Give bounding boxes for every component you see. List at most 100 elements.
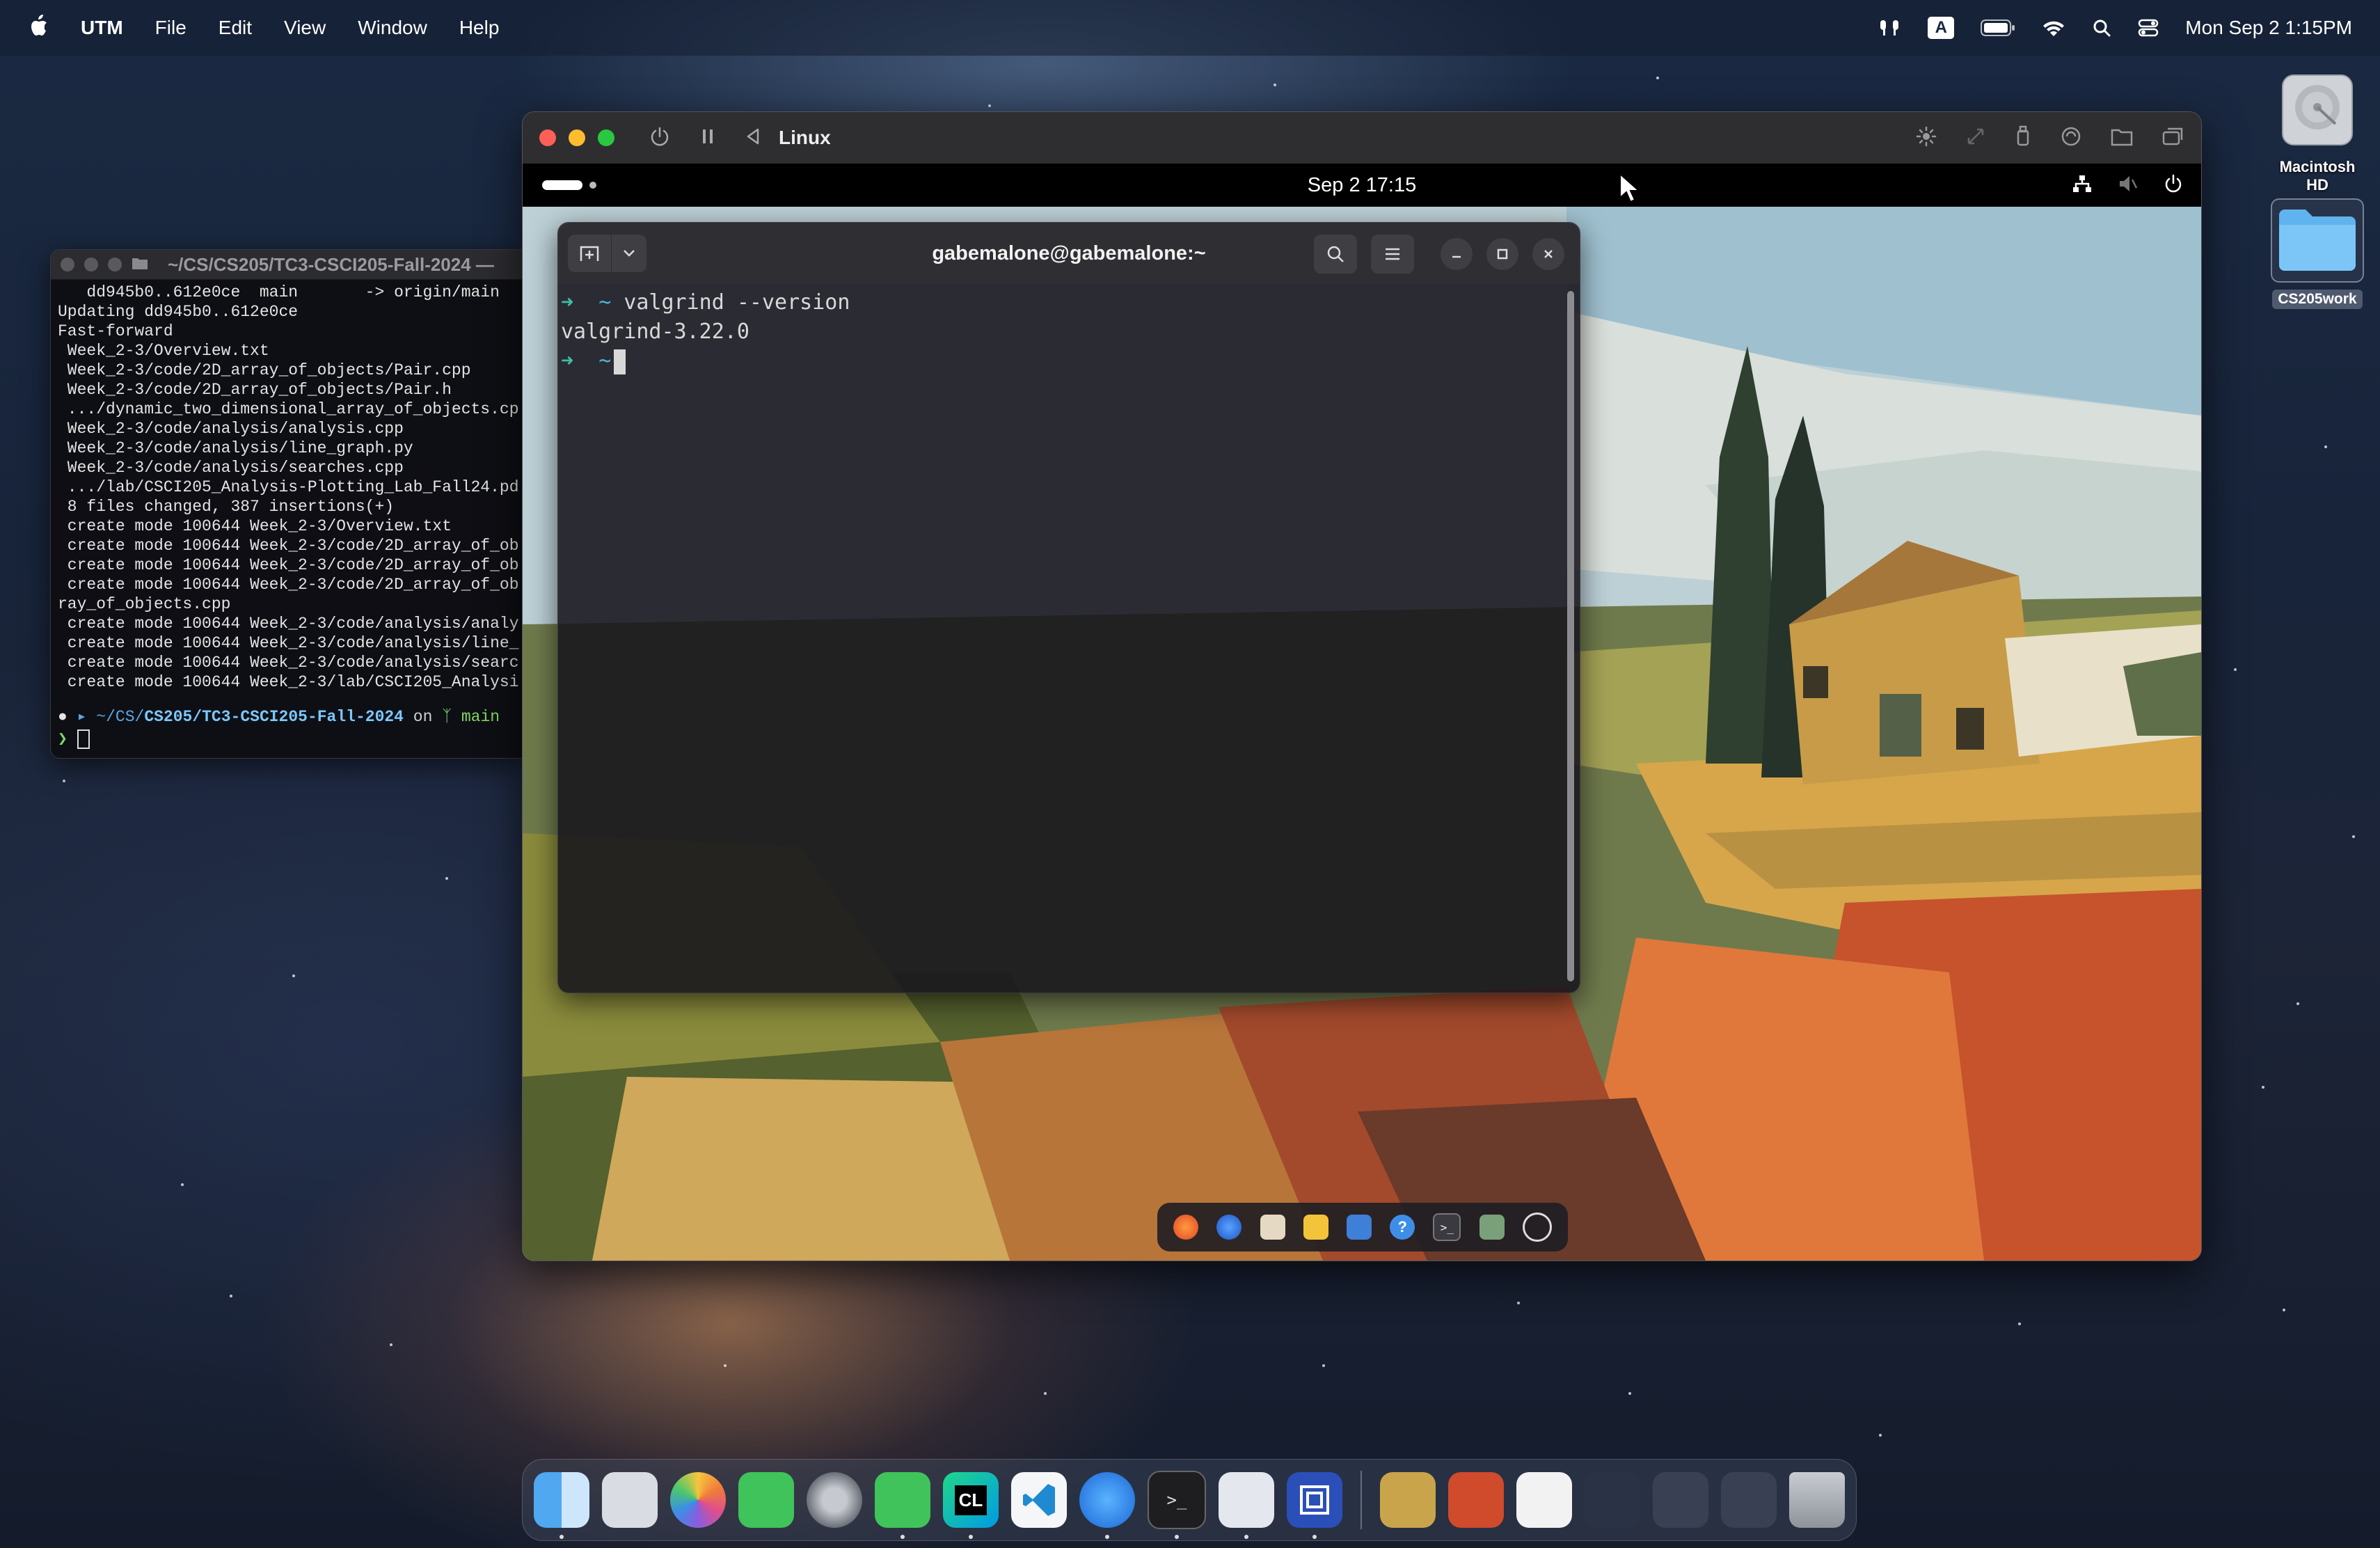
vm-name: Linux [779,127,831,148]
terminal-close-button[interactable] [1532,238,1564,270]
vscode-icon[interactable] [1011,1472,1067,1528]
cs205work-folder[interactable]: CS205work [2270,198,2365,309]
menu-file[interactable]: File [155,17,187,39]
close-button[interactable] [61,258,74,271]
apple-menu-icon[interactable] [28,14,49,42]
pdf-doc-icon[interactable] [1448,1472,1504,1528]
utm-titlebar[interactable]: Linux [523,112,2201,164]
folder-label: CS205work [2272,290,2363,309]
terminal-maximize-button[interactable] [1486,238,1518,270]
window-stack-icon[interactable] [1721,1472,1777,1528]
terminal-output-line: .../dynamic_two_dimensional_array_of_obj… [58,400,519,418]
thunderbird-icon[interactable] [1216,1215,1242,1240]
facetime-icon[interactable] [738,1472,794,1528]
tab-dropdown-button[interactable] [611,235,646,272]
network-icon[interactable] [2072,174,2093,197]
hamburger-menu-icon [1386,248,1399,260]
show-apps-icon[interactable] [1522,1213,1552,1242]
preview-icon[interactable] [1219,1472,1274,1539]
menu-help[interactable]: Help [459,17,500,39]
text-cursor [614,349,626,374]
downloads-stack-icon[interactable] [1653,1472,1708,1528]
gnome-clock[interactable]: Sep 2 17:15 [523,174,2201,197]
control-center-icon[interactable] [2138,18,2159,38]
macintosh-hd-drive[interactable]: Macintosh HD [2272,70,2363,194]
terminal-output-line: 8 files changed, 387 insertions(+) [58,498,395,516]
terminal-dock-icon[interactable]: >_ [1148,1471,1206,1539]
menu-window[interactable]: Window [358,17,427,39]
folder-small-icon [132,256,148,274]
power-icon[interactable] [649,126,670,150]
writer-icon[interactable] [1346,1215,1372,1240]
files-icon[interactable] [1260,1215,1285,1240]
menu-edit[interactable]: Edit [219,17,252,39]
new-tab-button[interactable] [568,235,611,272]
gnome-terminal-headerbar[interactable]: gabemalone@gabemalone:~ [558,223,1580,284]
document-thumbnail-icon[interactable] [1516,1472,1572,1528]
photos-icon[interactable] [670,1472,726,1528]
messages-icon[interactable] [875,1472,930,1539]
terminal-menu-button[interactable] [1371,235,1414,274]
app-menu-utm[interactable]: UTM [81,17,123,39]
utm-app-icon[interactable] [1287,1472,1342,1539]
utm-close-button[interactable] [539,129,556,146]
calculator-doc-icon[interactable] [1380,1472,1436,1528]
terminal-app-icon[interactable]: >_ [1433,1213,1461,1241]
menubar-clock[interactable]: Mon Sep 2 1:15PM [2185,17,2352,39]
gnome-terminal-window[interactable]: gabemalone@gabemalone:~ ➜ ~ valgrind --v… [557,222,1580,993]
trash-icon[interactable] [1479,1215,1505,1240]
workspace-dot[interactable] [589,182,596,189]
terminal-scrollbar[interactable] [1567,291,1574,981]
terminal-output-line: create mode 100644 Week_2-3/Overview.txt [58,517,452,535]
zoom-button[interactable] [108,258,122,271]
minimize-button[interactable] [84,258,98,271]
prompt-path: CS205/TC3-CSCI205-Fall-2024 [144,708,404,726]
pause-icon[interactable] [701,127,715,149]
mac-terminal-window[interactable]: ~/CS/CS205/TC3-CSCI205-Fall-2024 — dd945… [50,249,525,759]
system-settings-icon[interactable] [807,1472,862,1528]
windows-icon[interactable] [2162,127,2184,150]
hard-drive-icon [2282,74,2353,145]
screenshot-thumbnail-icon[interactable] [1585,1472,1640,1528]
terminal-output-line: Week_2-3/code/analysis/analysis.cpp [58,420,404,438]
resize-arrows-icon[interactable] [1966,127,1985,150]
terminal-output-line: create mode 100644 Week_2-3/code/analysi… [58,654,519,672]
utm-minimize-button[interactable] [569,129,585,146]
menu-view[interactable]: View [284,17,326,39]
volume-muted-icon[interactable] [2118,174,2139,197]
airpods-icon[interactable] [1878,17,1901,38]
maximize-icon [1497,248,1508,260]
input-source-icon[interactable]: A [1928,17,1955,39]
active-prompt-line[interactable]: ➜ ~ [561,347,1580,376]
clion-icon[interactable]: CL [943,1472,999,1539]
activities-indicator[interactable] [542,180,582,190]
power-menu-icon[interactable] [2164,174,2183,197]
utm-zoom-button[interactable] [598,129,614,146]
folder-share-icon[interactable] [2111,127,2133,150]
usb-drive-icon[interactable] [2015,125,2031,151]
terminal-output-line: Week_2-3/code/analysis/line_graph.py [58,439,413,457]
mac-terminal-titlebar[interactable]: ~/CS/CS205/TC3-CSCI205-Fall-2024 — [51,250,524,280]
rhythmbox-icon[interactable] [1303,1215,1328,1240]
command-line: ➜ ~ valgrind --version [561,288,1580,317]
terminal-minimize-button[interactable] [1441,238,1473,270]
mac-terminal-input-line[interactable]: ❯ [51,729,524,749]
help-icon[interactable]: ? [1390,1215,1415,1240]
terminal-output-area[interactable]: ➜ ~ valgrind --version valgrind-3.22.0 ➜… [558,284,1580,993]
shared-folder-icon[interactable] [2061,126,2081,150]
terminal-output-line: create mode 100644 Week_2-3/code/analysi… [58,634,519,652]
back-icon[interactable] [745,127,761,149]
trash-dock-icon[interactable] [1789,1472,1845,1528]
launchpad-icon[interactable] [602,1472,658,1528]
wifi-icon[interactable] [2042,18,2065,38]
finder-icon[interactable] [534,1472,589,1539]
terminal-search-button[interactable] [1314,235,1357,274]
display-brightness-icon[interactable] [1916,126,1937,150]
safari-icon[interactable] [1079,1472,1135,1539]
spotlight-search-icon[interactable] [2092,18,2111,38]
battery-icon[interactable] [1981,19,2015,37]
utm-vm-window[interactable]: Linux Sep 2 17:15 gabemalone@gabemalone:… [522,111,2202,1261]
terminal-output-line: Week_2-3/code/analysis/searches.cpp [58,459,404,477]
gnome-top-bar: Sep 2 17:15 [523,164,2201,207]
firefox-icon[interactable] [1173,1215,1199,1240]
